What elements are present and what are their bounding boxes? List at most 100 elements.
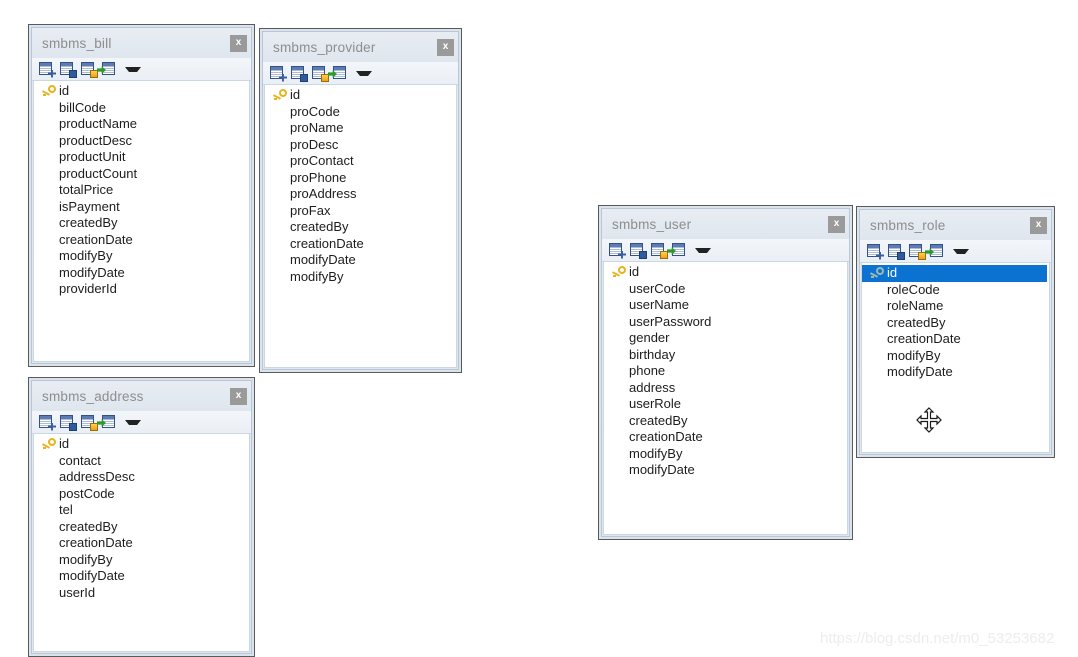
column-row[interactable]: proName	[265, 120, 456, 137]
column-row[interactable]: proPhone	[265, 170, 456, 187]
insert-row-icon[interactable]	[97, 414, 118, 430]
column-row[interactable]: creationDate	[604, 429, 847, 446]
column-row[interactable]: modifyDate	[265, 252, 456, 269]
column-row[interactable]: id	[604, 264, 847, 281]
column-row[interactable]: isPayment	[34, 199, 249, 216]
column-row[interactable]: contact	[34, 453, 249, 470]
column-row[interactable]: createdBy	[265, 219, 456, 236]
table-window-smbms_address[interactable]: smbms_address x id contact addressDesc postCo…	[28, 377, 255, 657]
column-row[interactable]: modifyDate	[604, 462, 847, 479]
column-row[interactable]: userCode	[604, 281, 847, 298]
new-table-icon[interactable]	[867, 243, 884, 260]
column-list: id userCode userName userPassword gender birt…	[603, 262, 848, 535]
column-row[interactable]: createdBy	[34, 519, 249, 536]
column-row[interactable]: roleName	[862, 298, 1049, 315]
column-name: providerId	[59, 281, 117, 297]
column-row[interactable]: proAddress	[265, 186, 456, 203]
table-key-icon[interactable]	[651, 242, 668, 259]
column-row[interactable]: proContact	[265, 153, 456, 170]
column-row[interactable]: createdBy	[34, 215, 249, 232]
column-row[interactable]: birthday	[604, 347, 847, 364]
close-icon[interactable]: x	[230, 34, 247, 52]
column-row[interactable]: modifyBy	[265, 269, 456, 286]
column-row[interactable]: productDesc	[34, 133, 249, 150]
table-window-smbms_bill[interactable]: smbms_bill x id billCode productName productD…	[28, 24, 255, 367]
close-icon[interactable]: x	[437, 38, 454, 56]
new-table-icon[interactable]	[609, 242, 626, 259]
insert-row-icon[interactable]	[328, 65, 349, 81]
table-key-icon[interactable]	[81, 61, 98, 78]
column-row[interactable]: postCode	[34, 486, 249, 503]
table-window-smbms_user[interactable]: smbms_user x id userCode userName userPasswor…	[598, 205, 853, 540]
chevron-down-icon[interactable]	[125, 66, 141, 72]
edit-table-icon[interactable]	[630, 242, 647, 259]
column-name: modifyDate	[59, 568, 125, 584]
column-row[interactable]: id	[862, 265, 1047, 282]
table-key-icon[interactable]	[81, 414, 98, 431]
column-row[interactable]: productName	[34, 116, 249, 133]
column-row[interactable]: modifyBy	[862, 348, 1049, 365]
column-row[interactable]: providerId	[34, 281, 249, 298]
column-row[interactable]: modifyDate	[34, 568, 249, 585]
column-row[interactable]: userPassword	[604, 314, 847, 331]
column-row[interactable]: gender	[604, 330, 847, 347]
column-row[interactable]: modifyDate	[34, 265, 249, 282]
column-row[interactable]: proCode	[265, 104, 456, 121]
edit-table-icon[interactable]	[60, 414, 77, 431]
column-row[interactable]: id	[34, 83, 249, 100]
close-icon[interactable]: x	[1030, 216, 1047, 234]
column-row[interactable]: productCount	[34, 166, 249, 183]
window-title-bar[interactable]: smbms_bill x	[32, 28, 251, 58]
column-row[interactable]: modifyBy	[604, 446, 847, 463]
insert-row-icon[interactable]	[925, 243, 946, 259]
column-row[interactable]: proFax	[265, 203, 456, 220]
column-row[interactable]: id	[34, 436, 249, 453]
column-row[interactable]: creationDate	[265, 236, 456, 253]
chevron-down-icon[interactable]	[695, 247, 711, 253]
chevron-down-icon[interactable]	[356, 70, 372, 76]
table-window-smbms_role[interactable]: smbms_role x id roleCode roleName createdBy cr…	[856, 206, 1055, 458]
insert-row-icon[interactable]	[667, 242, 688, 258]
column-row[interactable]: totalPrice	[34, 182, 249, 199]
insert-row-icon[interactable]	[97, 61, 118, 77]
window-title-bar[interactable]: smbms_user x	[602, 209, 849, 239]
column-row[interactable]: tel	[34, 502, 249, 519]
column-row[interactable]: phone	[604, 363, 847, 380]
column-row[interactable]: creationDate	[34, 535, 249, 552]
close-icon[interactable]: x	[230, 387, 247, 405]
window-title-bar[interactable]: smbms_provider x	[263, 32, 458, 62]
chevron-down-icon[interactable]	[125, 419, 141, 425]
column-row[interactable]: billCode	[34, 100, 249, 117]
column-row[interactable]: userId	[34, 585, 249, 602]
column-row[interactable]: createdBy	[604, 413, 847, 430]
column-row[interactable]: addressDesc	[34, 469, 249, 486]
column-row[interactable]: modifyBy	[34, 552, 249, 569]
column-row[interactable]: creationDate	[34, 232, 249, 249]
column-row[interactable]: productUnit	[34, 149, 249, 166]
column-row[interactable]: userName	[604, 297, 847, 314]
column-row[interactable]: createdBy	[862, 315, 1049, 332]
table-key-icon[interactable]	[312, 65, 329, 82]
column-name: proDesc	[290, 136, 339, 152]
table-key-icon[interactable]	[909, 243, 926, 260]
new-table-icon[interactable]	[39, 414, 56, 431]
column-name: creationDate	[290, 235, 364, 251]
new-table-icon[interactable]	[270, 65, 287, 82]
column-row[interactable]: userRole	[604, 396, 847, 413]
window-title-bar[interactable]: smbms_address x	[32, 381, 251, 411]
edit-table-icon[interactable]	[291, 65, 308, 82]
edit-table-icon[interactable]	[60, 61, 77, 78]
table-window-smbms_provider[interactable]: smbms_provider x id proCode proName proDesc pr…	[259, 28, 462, 373]
column-row[interactable]: roleCode	[862, 282, 1049, 299]
chevron-down-icon[interactable]	[953, 248, 969, 254]
close-icon[interactable]: x	[828, 215, 845, 233]
column-row[interactable]: modifyBy	[34, 248, 249, 265]
column-row[interactable]: id	[265, 87, 456, 104]
column-row[interactable]: address	[604, 380, 847, 397]
window-title-bar[interactable]: smbms_role x	[860, 210, 1051, 240]
edit-table-icon[interactable]	[888, 243, 905, 260]
column-row[interactable]: creationDate	[862, 331, 1049, 348]
column-row[interactable]: proDesc	[265, 137, 456, 154]
column-row[interactable]: modifyDate	[862, 364, 1049, 381]
new-table-icon[interactable]	[39, 61, 56, 78]
